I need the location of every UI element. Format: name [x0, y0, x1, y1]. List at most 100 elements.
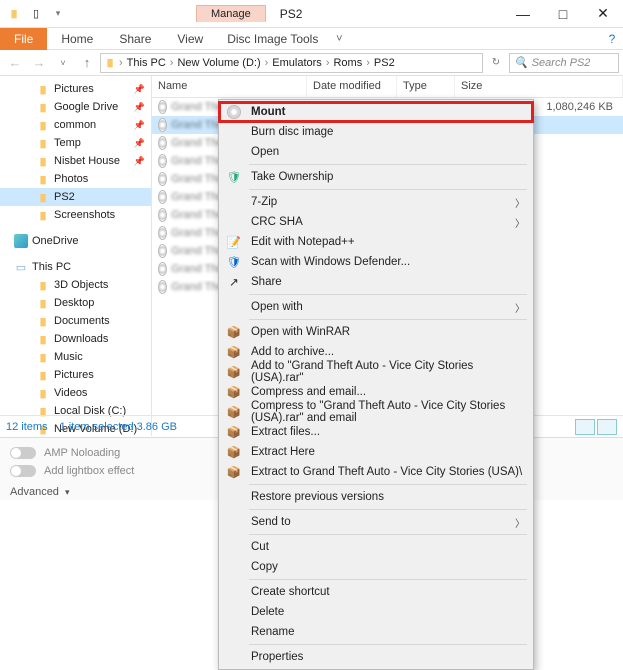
forward-button[interactable]: →: [28, 52, 50, 74]
navigation-tree[interactable]: Pictures📌 Google Drive📌 common📌 Temp📌 Ni…: [0, 76, 152, 436]
context-item[interactable]: CRC SHA 〉: [219, 212, 533, 232]
context-item[interactable]: Delete: [219, 602, 533, 622]
defender-icon: 🛡: [225, 254, 243, 270]
ribbon-toggle-icon[interactable]: ˅: [330, 33, 348, 45]
context-item[interactable]: Restore previous versions: [219, 487, 533, 507]
context-item[interactable]: Open: [219, 142, 533, 162]
thumbnails-view-icon[interactable]: [597, 419, 617, 435]
tree-item[interactable]: Desktop: [0, 294, 151, 312]
breadcrumb-segment[interactable]: New Volume (D:): [175, 57, 262, 69]
context-separator: [249, 534, 527, 535]
tree-item[interactable]: 3D Objects: [0, 276, 151, 294]
context-item[interactable]: Open with 〉: [219, 297, 533, 317]
tree-item[interactable]: Downloads: [0, 330, 151, 348]
back-button[interactable]: ←: [4, 52, 26, 74]
context-item[interactable]: 🛡 Take Ownership: [219, 167, 533, 187]
tree-item[interactable]: Videos: [0, 384, 151, 402]
help-icon[interactable]: ?: [601, 28, 623, 50]
tree-item[interactable]: Photos: [0, 170, 151, 188]
context-item[interactable]: 📦 Extract to Grand Theft Auto - Vice Cit…: [219, 462, 533, 482]
amp-noloading-label: AMP Noloading: [44, 447, 120, 459]
home-tab[interactable]: Home: [49, 28, 105, 50]
context-item[interactable]: Properties: [219, 647, 533, 667]
tree-item[interactable]: Documents: [0, 312, 151, 330]
column-name[interactable]: Name: [152, 76, 307, 97]
amp-noloading-toggle[interactable]: [10, 447, 36, 459]
context-icon: [225, 604, 243, 620]
context-item[interactable]: Burn disc image: [219, 122, 533, 142]
disc-icon: [158, 154, 167, 168]
tree-item[interactable]: Nisbet House📌: [0, 152, 151, 170]
refresh-icon[interactable]: ↻: [485, 52, 507, 74]
context-item[interactable]: ↗ Share: [219, 272, 533, 292]
folder-icon: [36, 136, 50, 150]
context-item[interactable]: 🛡 Scan with Windows Defender...: [219, 252, 533, 272]
disc-icon: [158, 100, 167, 114]
view-tab[interactable]: View: [165, 28, 215, 50]
column-size[interactable]: Size: [455, 76, 623, 97]
context-item[interactable]: 📦 Open with WinRAR: [219, 322, 533, 342]
qat-caret-icon[interactable]: ▾: [50, 6, 66, 22]
context-icon: [225, 539, 243, 555]
maximize-button[interactable]: □: [543, 0, 583, 28]
context-separator: [249, 189, 527, 190]
tree-this-pc[interactable]: This PC: [0, 258, 151, 276]
context-item[interactable]: Mount: [219, 102, 533, 122]
context-item[interactable]: 📦 Add to "Grand Theft Auto - Vice City S…: [219, 362, 533, 382]
disc-icon: [158, 172, 167, 186]
context-item[interactable]: 7-Zip 〉: [219, 192, 533, 212]
search-input[interactable]: 🔍 Search PS2: [509, 53, 619, 73]
breadcrumb-segment[interactable]: Roms: [331, 57, 364, 69]
column-date[interactable]: Date modified: [307, 76, 397, 97]
details-view-icon[interactable]: [575, 419, 595, 435]
folder-icon: [36, 154, 50, 168]
tree-item[interactable]: Temp📌: [0, 134, 151, 152]
up-button[interactable]: ↑: [76, 52, 98, 74]
breadcrumb[interactable]: ›This PC›New Volume (D:)›Emulators›Roms›…: [100, 53, 483, 73]
context-item[interactable]: 📦 Compress and email...: [219, 382, 533, 402]
folder-icon: [36, 208, 50, 222]
context-item[interactable]: 📦 Compress to "Grand Theft Auto - Vice C…: [219, 402, 533, 422]
context-item[interactable]: 📦 Add to archive...: [219, 342, 533, 362]
notepad-icon: 📝: [225, 234, 243, 250]
breadcrumb-segment[interactable]: Emulators: [270, 57, 324, 69]
context-item[interactable]: 📝 Edit with Notepad++: [219, 232, 533, 252]
title-bar: ▯ ▾ Manage PS2 — □ ✕: [0, 0, 623, 28]
tree-onedrive[interactable]: OneDrive: [0, 232, 151, 250]
context-item[interactable]: Create shortcut: [219, 582, 533, 602]
winrar-icon: 📦: [225, 364, 243, 380]
pin-icon: 📌: [134, 138, 145, 149]
folder-icon: [36, 314, 50, 328]
lightbox-toggle[interactable]: [10, 465, 36, 477]
context-item[interactable]: 📦 Extract Here: [219, 442, 533, 462]
context-separator: [249, 319, 527, 320]
column-headers[interactable]: Name Date modified Type Size: [152, 76, 623, 98]
close-button[interactable]: ✕: [583, 0, 623, 28]
minimize-button[interactable]: —: [503, 0, 543, 28]
context-item[interactable]: Send to 〉: [219, 512, 533, 532]
pc-icon: [14, 260, 28, 274]
folder-icon: [36, 386, 50, 400]
breadcrumb-segment[interactable]: This PC: [125, 57, 168, 69]
recent-dropdown-icon[interactable]: ˅: [52, 52, 74, 74]
context-item[interactable]: Rename: [219, 622, 533, 642]
tree-item[interactable]: Music: [0, 348, 151, 366]
breadcrumb-segment[interactable]: PS2: [372, 57, 397, 69]
context-item[interactable]: 📦 Extract files...: [219, 422, 533, 442]
file-tab[interactable]: File: [0, 28, 47, 50]
tree-item[interactable]: PS2: [0, 188, 151, 206]
tree-item[interactable]: common📌: [0, 116, 151, 134]
tree-item[interactable]: Screenshots: [0, 206, 151, 224]
share-tab[interactable]: Share: [107, 28, 163, 50]
qat-icon[interactable]: ▯: [28, 6, 44, 22]
tree-item[interactable]: Pictures: [0, 366, 151, 384]
context-item[interactable]: Cut: [219, 537, 533, 557]
context-icon: [225, 489, 243, 505]
context-item[interactable]: Copy: [219, 557, 533, 577]
disc-image-tools-tab[interactable]: Disc Image Tools: [217, 28, 328, 50]
tree-item[interactable]: Pictures📌: [0, 80, 151, 98]
column-type[interactable]: Type: [397, 76, 455, 97]
tree-item[interactable]: Google Drive📌: [0, 98, 151, 116]
context-icon: [225, 144, 243, 160]
disc-icon: [158, 244, 167, 258]
